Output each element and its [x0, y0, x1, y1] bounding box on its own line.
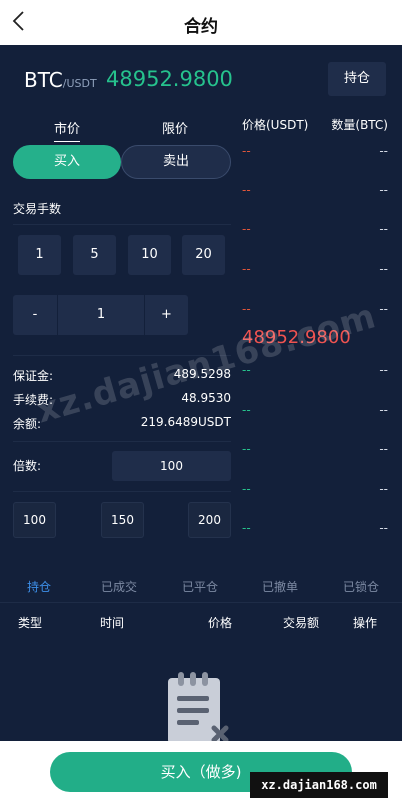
leverage-label: 倍数: — [13, 459, 42, 473]
column-header-time: 时间 — [100, 616, 125, 630]
quantity-decrement-button[interactable]: - — [13, 295, 57, 335]
base-currency: BTC — [24, 68, 63, 92]
quantity-preset-1[interactable]: 1 — [18, 235, 61, 275]
top-bar: 合约 — [0, 0, 402, 45]
leverage-preset-100[interactable]: 100 — [13, 502, 56, 538]
tab-filled[interactable]: 已成交 — [101, 578, 137, 595]
column-header-type: 类型 — [18, 616, 43, 630]
current-price: 48952.9800 — [106, 67, 233, 91]
buy-side-button[interactable]: 买入 — [13, 145, 121, 179]
tab-locked[interactable]: 已锁仓 — [343, 578, 379, 595]
divider — [13, 441, 231, 442]
tab-closed[interactable]: 已平仓 — [182, 578, 218, 595]
tab-positions[interactable]: 持仓 — [27, 578, 51, 595]
leverage-input[interactable]: 100 — [112, 451, 231, 481]
column-header-price: 价格 — [208, 616, 233, 630]
quantity-preset-10[interactable]: 10 — [128, 235, 171, 275]
column-header-amount: 交易额 — [283, 616, 320, 630]
tab-limit-order[interactable]: 限价 — [162, 118, 188, 137]
quote-currency: /USDT — [62, 77, 97, 90]
orderbook-quantity-header: 数量(BTC) — [331, 118, 388, 132]
quantity-increment-button[interactable]: + — [145, 295, 188, 335]
leverage-preset-200[interactable]: 200 — [188, 502, 231, 538]
page-title: 合约 — [184, 17, 218, 37]
tab-cancelled[interactable]: 已撤单 — [262, 578, 298, 595]
divider — [0, 602, 402, 603]
watermark-corner: xz.dajian168.com — [250, 772, 388, 798]
balance-value: 219.6489USDT — [140, 415, 231, 429]
empty-document-icon — [168, 672, 229, 744]
leverage-preset-150[interactable]: 150 — [101, 502, 144, 538]
column-header-action: 操作 — [353, 616, 378, 630]
quantity-preset-5[interactable]: 5 — [73, 235, 116, 275]
divider — [13, 491, 231, 492]
balance-label: 余额: — [13, 417, 42, 431]
sell-side-button[interactable]: 卖出 — [121, 145, 231, 179]
tab-market-order[interactable]: 市价 — [54, 118, 81, 142]
quantity-preset-20[interactable]: 20 — [182, 235, 225, 275]
divider — [13, 224, 231, 225]
trading-pair: BTC/USDT — [24, 68, 97, 92]
margin-label: 保证金: — [13, 369, 54, 383]
fee-value: 48.9530 — [181, 391, 231, 405]
positions-button[interactable]: 持仓 — [328, 62, 386, 96]
quantity-input[interactable]: 1 — [58, 295, 144, 335]
quantity-label: 交易手数 — [13, 202, 62, 216]
orderbook-price-header: 价格(USDT) — [242, 118, 309, 132]
